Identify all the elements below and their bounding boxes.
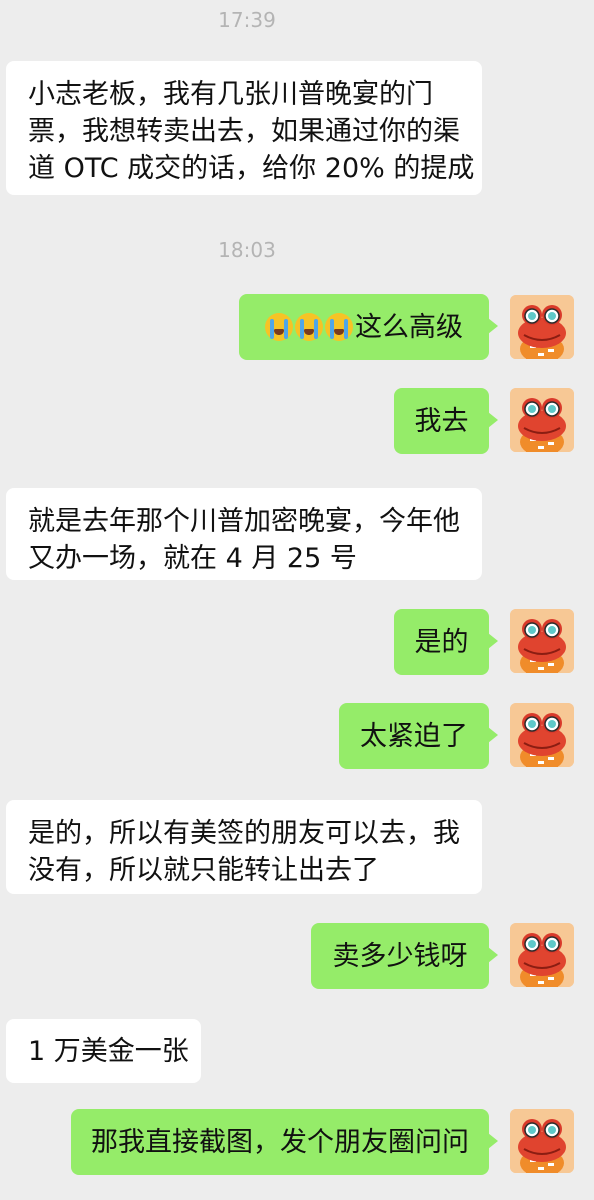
- message-text: 我去: [414, 405, 469, 437]
- outgoing-message-bubble[interactable]: 卖多少钱呀: [311, 923, 498, 989]
- message-text: 这么高级: [355, 311, 463, 343]
- outgoing-message-bubble[interactable]: 这么高级: [239, 294, 498, 360]
- red-frog-avatar-icon[interactable]: [510, 609, 574, 673]
- timestamp: 18:03: [218, 238, 276, 262]
- red-frog-avatar-icon[interactable]: [510, 295, 574, 359]
- message-text: 卖多少钱呀: [332, 940, 468, 972]
- message-line: 是的，所以有美签的朋友可以去，我: [28, 818, 460, 849]
- message-text: 太紧迫了: [360, 720, 468, 752]
- message-line: 没有，所以就只能转让出去了: [28, 855, 379, 886]
- incoming-message-bubble[interactable]: 就是去年那个川普加密晚宴，今年他 又办一场，就在 4 月 25 号: [6, 488, 482, 580]
- red-frog-avatar-icon[interactable]: [510, 923, 574, 987]
- red-frog-avatar-icon[interactable]: [510, 703, 574, 767]
- outgoing-message-bubble[interactable]: 我去: [394, 388, 498, 454]
- message-line: 小志老板，我有几张川普晚宴的门: [28, 79, 433, 110]
- incoming-message-bubble[interactable]: 小志老板，我有几张川普晚宴的门 票，我想转卖出去，如果通过你的渠 道 OTC 成…: [6, 61, 482, 195]
- timestamp: 17:39: [218, 8, 276, 32]
- loudly-crying-emoji-icon: [325, 313, 353, 341]
- message-line: 就是去年那个川普加密晚宴，今年他: [28, 506, 460, 537]
- message-text: 是的: [414, 626, 469, 658]
- outgoing-message-bubble[interactable]: 太紧迫了: [339, 703, 498, 769]
- red-frog-avatar-icon[interactable]: [510, 388, 574, 452]
- message-line: 道 OTC 成交的话，给你 20% 的提成: [28, 153, 475, 184]
- incoming-message-bubble[interactable]: 是的，所以有美签的朋友可以去，我 没有，所以就只能转让出去了: [6, 800, 482, 894]
- message-text: 1 万美金一张: [28, 1035, 189, 1067]
- incoming-message-bubble[interactable]: 1 万美金一张: [6, 1019, 201, 1083]
- outgoing-message-bubble[interactable]: 是的: [394, 609, 498, 675]
- red-frog-avatar-icon[interactable]: [510, 1109, 574, 1173]
- loudly-crying-emoji-icon: [295, 313, 323, 341]
- message-line: 票，我想转卖出去，如果通过你的渠: [28, 116, 460, 147]
- loudly-crying-emoji-icon: [265, 313, 293, 341]
- outgoing-message-bubble[interactable]: 那我直接截图，发个朋友圈问问: [71, 1109, 498, 1175]
- message-line: 又办一场，就在 4 月 25 号: [28, 543, 357, 574]
- message-text: 那我直接截图，发个朋友圈问问: [91, 1126, 469, 1158]
